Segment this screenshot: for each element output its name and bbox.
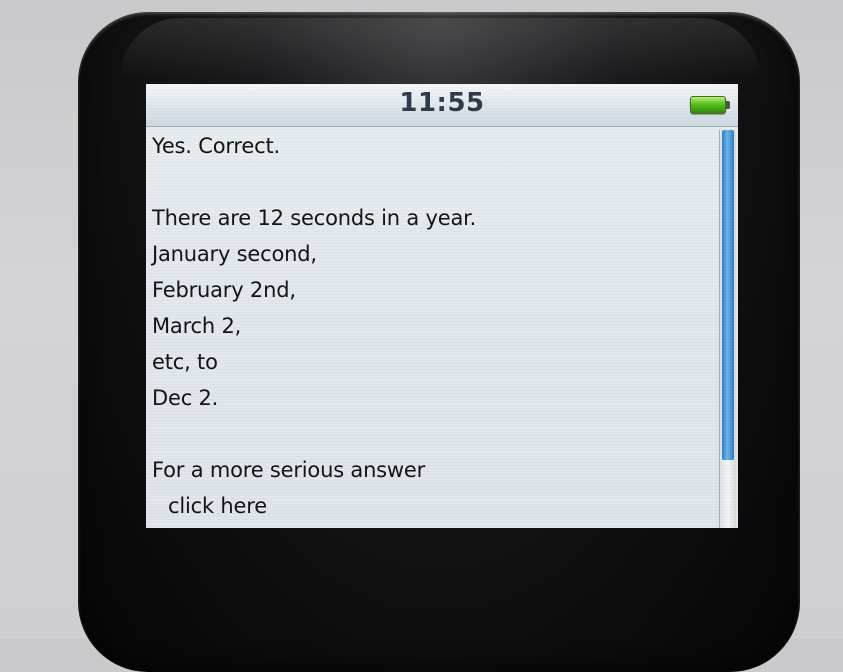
note-line: Yes. Correct.	[152, 134, 280, 158]
click-here-link[interactable]: click here	[168, 494, 267, 518]
device-highlight	[120, 18, 760, 78]
note-line: etc, to	[152, 350, 218, 374]
note-line: January second,	[152, 242, 317, 266]
note-line: There are 12 seconds in a year.	[152, 206, 477, 230]
battery-tip	[726, 101, 730, 109]
status-bar: 11:55	[146, 84, 738, 127]
photo-frame: 11:55 Yes. Correct. There are 12 seconds…	[0, 0, 843, 672]
clock: 11:55	[399, 88, 485, 118]
scrollbar-thumb[interactable]	[722, 130, 734, 460]
note-line: March 2,	[152, 314, 242, 338]
note-content: Yes. Correct. There are 12 seconds in a …	[152, 128, 714, 528]
note-line: Dec 2.	[152, 386, 219, 410]
note-line: February 2nd,	[152, 278, 296, 302]
battery-full-icon	[690, 96, 730, 114]
note-line: For a more serious answer	[152, 458, 426, 482]
device-screen: 11:55 Yes. Correct. There are 12 seconds…	[146, 84, 738, 528]
scrollbar[interactable]	[719, 130, 736, 528]
